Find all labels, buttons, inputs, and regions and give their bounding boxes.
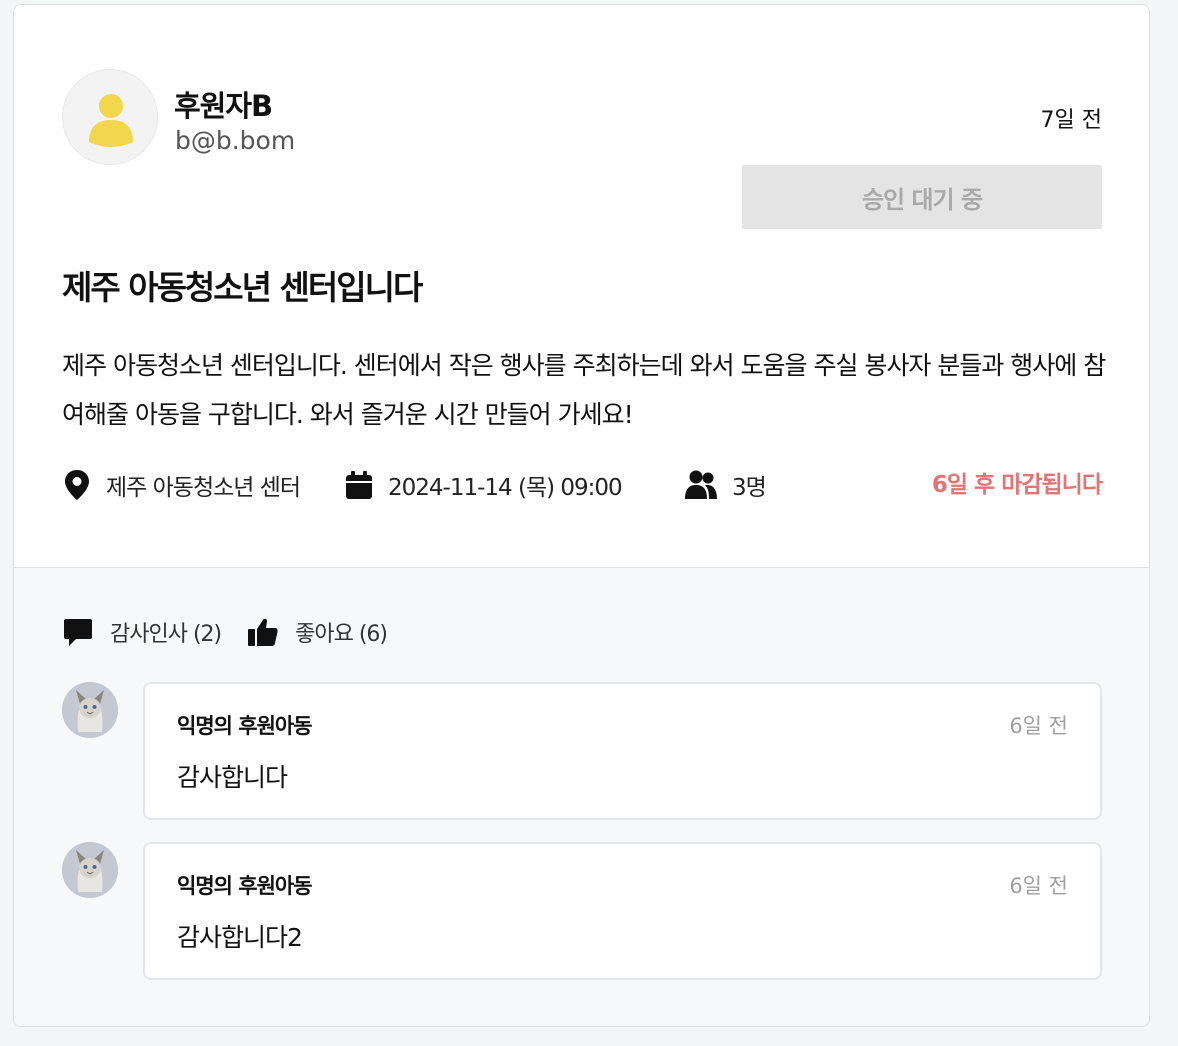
comment-text: 감사합니다2 (177, 923, 303, 952)
comment-avatar (62, 682, 118, 738)
comment-author: 익명의 후원아동 (177, 874, 313, 898)
cat-photo-avatar (62, 842, 118, 898)
comment-author: 익명의 후원아동 (177, 714, 313, 738)
author-name: 후원자B (174, 89, 273, 123)
datetime-text: 2024-11-14 (목) 09:00 (388, 475, 623, 501)
location-info: 제주 아동청소년 센터 (62, 465, 301, 505)
people-icon (685, 470, 717, 499)
location-text: 제주 아동청소년 센터 (106, 475, 301, 501)
post-title: 제주 아동청소년 센터입니다 (62, 268, 423, 307)
comment-avatar (62, 842, 118, 898)
like-button[interactable]: 좋아요 (6) (247, 616, 388, 648)
comment-item: 익명의 후원아동 6일 전 감사합니다 (143, 682, 1102, 820)
comment-time: 6일 전 (1009, 874, 1068, 898)
thumbs-up-icon (248, 618, 278, 646)
comment-time: 6일 전 (1009, 714, 1068, 738)
approval-status-button[interactable]: 승인 대기 중 (742, 165, 1102, 229)
post-meta: 제주 아동청소년 센터 2024-11-14 (목) 09:00 3명 6일 후… (62, 465, 1103, 505)
author-email: b@b.bom (175, 126, 296, 155)
comment-text: 감사합니다 (177, 763, 288, 792)
calendar-icon (346, 471, 372, 499)
location-pin-icon (65, 470, 89, 500)
post-header-section: 후원자B b@b.bom 7일 전 승인 대기 중 제주 아동청소년 센터입니다… (14, 5, 1149, 568)
post-time: 7일 전 (1040, 108, 1102, 133)
reaction-bar: 감사인사 (2) 좋아요 (6) (62, 614, 388, 650)
post-card: 후원자B b@b.bom 7일 전 승인 대기 중 제주 아동청소년 센터입니다… (13, 4, 1150, 1027)
thanks-label: 감사인사 (2) (110, 622, 222, 647)
deadline-text: 6일 후 마감됩니다 (931, 472, 1103, 498)
people-count: 3명 (732, 475, 767, 501)
comment-icon (64, 619, 92, 646)
comment-item: 익명의 후원아동 6일 전 감사합니다2 (143, 842, 1102, 980)
comment-section: 감사인사 (2) 좋아요 (6) 익명의 후원아동 6일 전 감사합니다 익명의… (14, 568, 1149, 1026)
people-info: 3명 (684, 465, 767, 505)
datetime-info: 2024-11-14 (목) 09:00 (344, 465, 623, 505)
thanks-button[interactable]: 감사인사 (2) (62, 616, 222, 648)
user-icon (89, 94, 133, 147)
cat-photo-avatar (62, 682, 118, 738)
post-body: 제주 아동청소년 센터입니다. 센터에서 작은 행사를 주최하는데 와서 도움을… (62, 351, 1106, 429)
author-avatar (62, 69, 158, 165)
like-label: 좋아요 (6) (295, 622, 388, 647)
